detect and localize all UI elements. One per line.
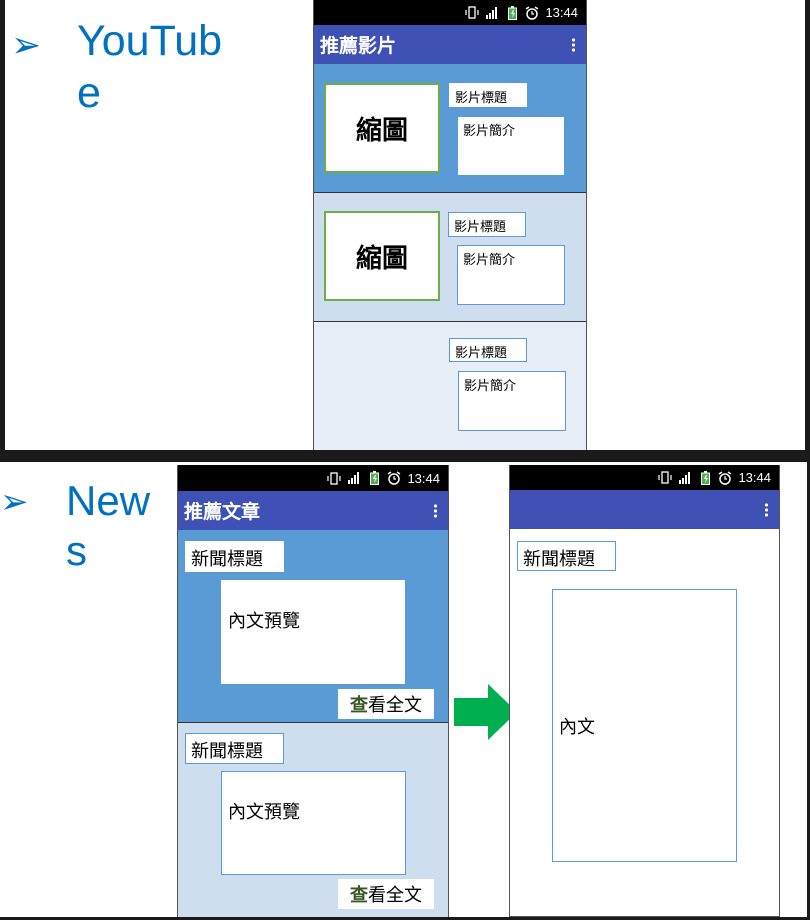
- youtube-heading-line1: YouTub: [77, 17, 223, 65]
- status-time: 13:44: [738, 470, 771, 485]
- app-bar: 推薦影片: [314, 25, 586, 64]
- video-card[interactable]: 影片標題 影片簡介: [314, 322, 586, 450]
- video-title: 影片標題: [449, 338, 527, 362]
- news-title: 新聞標題: [185, 733, 284, 764]
- video-title: 影片標題: [448, 212, 526, 237]
- battery-icon: [367, 471, 381, 485]
- bullet-icon: ➢: [11, 24, 42, 65]
- read-full-button[interactable]: 查看全文: [338, 689, 434, 719]
- video-summary: 影片簡介: [458, 371, 566, 431]
- video-thumbnail: 縮圖: [324, 83, 440, 173]
- news-card[interactable]: 新聞標題 內文預覽 查看全文: [178, 723, 448, 917]
- youtube-heading: YouTub e: [77, 16, 222, 119]
- status-bar: 13:44: [314, 0, 586, 25]
- battery-icon: [505, 5, 519, 20]
- news-heading-line2: s: [66, 527, 87, 575]
- video-summary: 影片簡介: [457, 116, 565, 176]
- signal-icon: [347, 471, 361, 485]
- read-full-button-label: 看全文: [368, 695, 422, 716]
- signal-icon: [485, 6, 499, 20]
- read-full-button-label: 看全文: [368, 885, 422, 906]
- alarm-icon: [718, 470, 732, 485]
- news-preview: 內文預覽: [221, 580, 405, 684]
- battery-icon: [698, 470, 712, 485]
- video-title: 影片標題: [449, 83, 527, 107]
- status-bar: 13:44: [510, 465, 779, 490]
- vibrate-icon: [327, 471, 342, 485]
- app-bar: 推薦文章: [178, 491, 448, 530]
- news-card[interactable]: 新聞標題 內文預覽 查看全文: [178, 530, 448, 723]
- alarm-icon: [525, 5, 539, 20]
- youtube-section: ➢ YouTub e 13:44 推薦影片 縮圖 影片標題 影片簡介 縮圖 影片…: [5, 0, 805, 450]
- youtube-phone: 13:44 推薦影片 縮圖 影片標題 影片簡介 縮圖 影片標題 影片簡介 影片標…: [313, 0, 587, 450]
- video-card[interactable]: 縮圖 影片標題 影片簡介: [314, 193, 586, 322]
- read-full-button-bold: 查: [350, 695, 368, 716]
- news-heading-line1: New: [66, 477, 151, 524]
- app-title: 推薦文章: [184, 501, 261, 523]
- news-detail-content-text: 內文: [559, 716, 595, 738]
- news-heading: New s: [66, 476, 150, 577]
- news-section: ➢ New s 13:44 推薦文章 新聞標題 內文預覽 查看全文 新聞標題 內…: [0, 462, 807, 917]
- bullet-icon: ➢: [0, 483, 29, 521]
- vibrate-icon: [465, 6, 480, 20]
- status-time: 13:44: [545, 5, 578, 20]
- news-preview: 內文預覽: [221, 771, 406, 875]
- app-bar: [510, 490, 779, 529]
- news-detail-phone: 13:44 新聞標題 內文: [509, 465, 780, 917]
- news-title: 新聞標題: [185, 541, 284, 572]
- news-list-phone: 13:44 推薦文章 新聞標題 內文預覽 查看全文 新聞標題 內文預覽 查看全文: [177, 465, 449, 917]
- read-full-button[interactable]: 查看全文: [338, 879, 434, 909]
- signal-icon: [678, 471, 692, 485]
- overflow-menu-icon[interactable]: [572, 38, 576, 51]
- vibrate-icon: [658, 471, 673, 485]
- overflow-menu-icon[interactable]: [765, 503, 769, 516]
- app-title: 推薦影片: [320, 35, 397, 57]
- read-full-button-bold: 查: [350, 885, 368, 906]
- alarm-icon: [387, 471, 401, 485]
- overflow-menu-icon[interactable]: [434, 504, 438, 517]
- video-thumbnail: 縮圖: [324, 211, 440, 301]
- news-detail-title: 新聞標題: [517, 541, 616, 571]
- status-bar: 13:44: [178, 465, 448, 491]
- status-time: 13:44: [407, 470, 440, 486]
- news-detail-content: 內文: [552, 589, 737, 862]
- video-summary: 影片簡介: [457, 245, 565, 305]
- youtube-heading-line2: e: [77, 68, 101, 117]
- video-card[interactable]: 縮圖 影片標題 影片簡介: [314, 64, 586, 193]
